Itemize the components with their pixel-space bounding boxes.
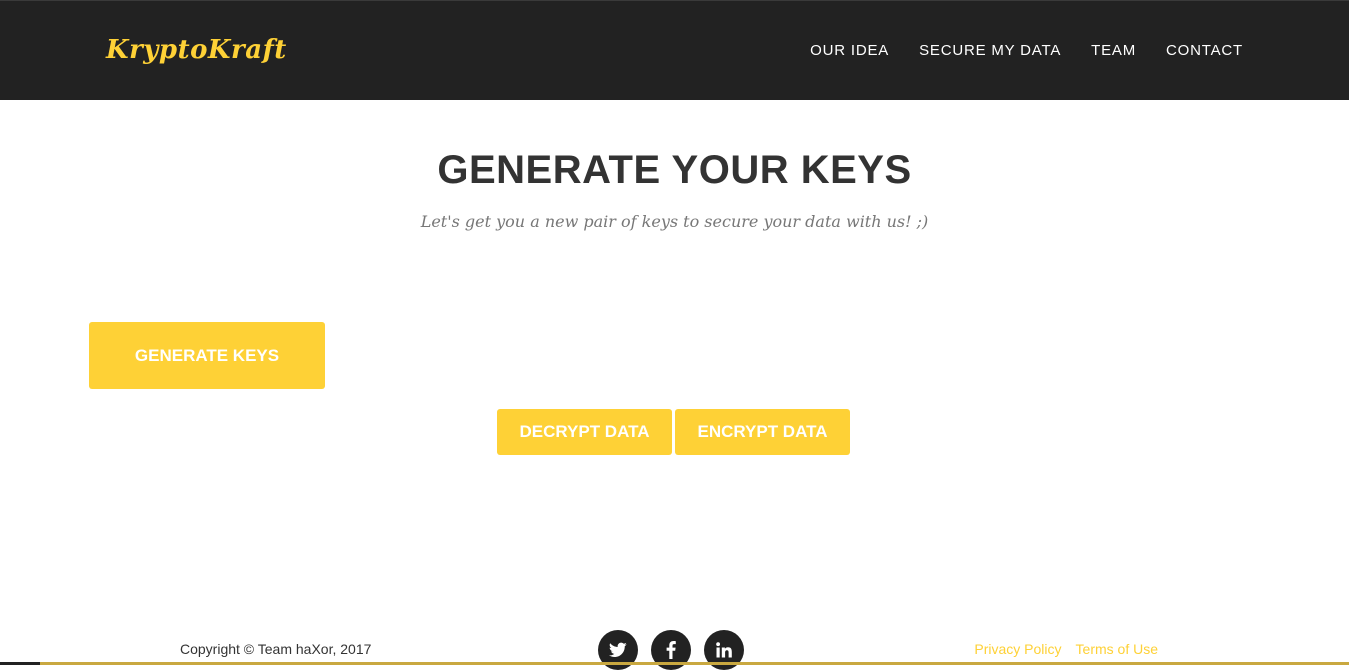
terms-of-use-link[interactable]: Terms of Use	[1076, 641, 1158, 657]
generate-keys-button[interactable]: GENERATE KEYS	[89, 322, 325, 389]
privacy-policy-link[interactable]: Privacy Policy	[974, 641, 1061, 657]
encrypt-data-button[interactable]: ENCRYPT DATA	[675, 409, 850, 455]
copyright-text: Copyright © Team haXor, 2017	[180, 641, 372, 657]
main-nav: OUR IDEA SECURE MY DATA TEAM CONTACT	[780, 42, 1243, 59]
page-subtitle: Let's get you a new pair of keys to secu…	[420, 212, 929, 231]
nav-item-secure-my-data[interactable]: SECURE MY DATA	[919, 42, 1061, 59]
twitter-icon	[609, 642, 627, 658]
facebook-icon	[666, 641, 676, 659]
nav-item-our-idea[interactable]: OUR IDEA	[810, 42, 889, 59]
linkedin-icon	[716, 642, 732, 658]
decrypt-data-button[interactable]: DECRYPT DATA	[497, 409, 672, 455]
nav-item-team[interactable]: TEAM	[1091, 42, 1136, 59]
brand-logo[interactable]: KryptoKraft	[106, 35, 287, 65]
page-title: GENERATE YOUR KEYS	[437, 148, 912, 192]
footer-links: Privacy Policy Terms of Use	[960, 641, 1158, 657]
navbar: KryptoKraft OUR IDEA SECURE MY DATA TEAM…	[0, 0, 1349, 100]
nav-item-contact[interactable]: CONTACT	[1166, 42, 1243, 59]
